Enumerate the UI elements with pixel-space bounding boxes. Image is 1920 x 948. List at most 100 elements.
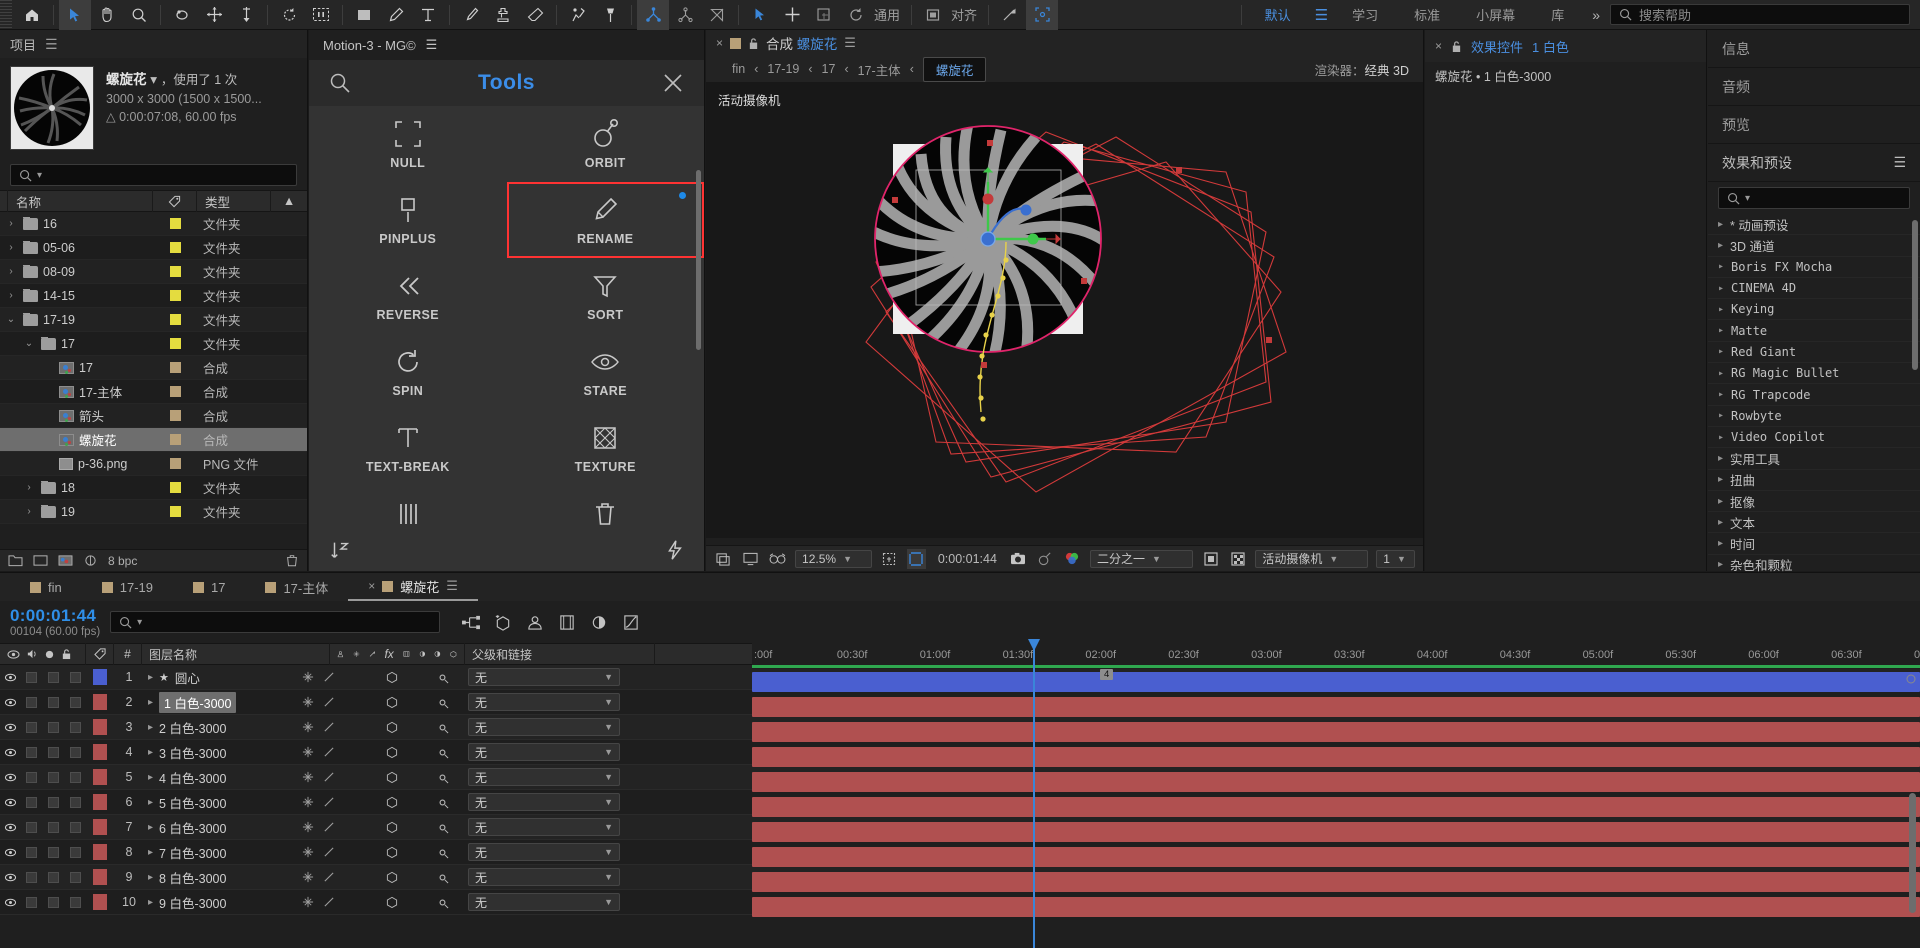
close-icon[interactable]: ×: [716, 36, 723, 50]
layer-label-color[interactable]: [86, 790, 114, 814]
breadcrumb-item-17[interactable]: 17: [822, 62, 836, 76]
chevron-down-icon[interactable]: ▾: [1745, 193, 1750, 204]
timeline-graph-area[interactable]: 4: [752, 639, 1920, 948]
anchor-point-tool-icon[interactable]: [230, 0, 262, 30]
twirl-icon[interactable]: ›: [4, 290, 18, 301]
layer-solo-toggle[interactable]: [42, 890, 64, 914]
breadcrumb-item-fin[interactable]: fin: [732, 62, 745, 76]
timeline-search-input[interactable]: ▾: [110, 611, 441, 633]
timeline-vertical-scrollbar[interactable]: [1909, 793, 1916, 913]
layer-label-color[interactable]: [86, 715, 114, 739]
layer-audio-toggle[interactable]: [20, 815, 42, 839]
parent-select-cell[interactable]: 无 ▼: [460, 665, 630, 689]
label-swatch[interactable]: [169, 410, 181, 421]
twirl-icon[interactable]: ▸: [148, 672, 153, 683]
lightning-icon[interactable]: [664, 539, 684, 561]
zoom-level-select[interactable]: 12.5% ▼: [795, 549, 872, 568]
breadcrumb-item-current[interactable]: 螺旋花: [922, 56, 987, 82]
graph-editor-icon[interactable]: [622, 614, 640, 631]
workspace-overflow-icon[interactable]: »: [1582, 7, 1610, 23]
timeline-side-icon[interactable]: [1906, 673, 1916, 685]
label-swatch[interactable]: [169, 482, 181, 493]
layer-label-color[interactable]: [86, 815, 114, 839]
composition-tab-title[interactable]: 合成 螺旋花: [766, 33, 837, 53]
toolbar-grip[interactable]: [0, 0, 12, 30]
rotation-tool-icon[interactable]: [166, 0, 198, 30]
project-settings-icon[interactable]: [58, 554, 73, 567]
timeline-layer-bar[interactable]: [752, 822, 1920, 842]
layer-name-cell[interactable]: ▸ ★ 圆心: [144, 665, 294, 689]
column-name[interactable]: 名称: [8, 190, 153, 212]
effects-category-row[interactable]: ▸ 时间: [1708, 533, 1920, 555]
layer-visibility-toggle[interactable]: [0, 765, 20, 789]
transform-box-icon[interactable]: [1026, 0, 1059, 30]
layer-name-cell[interactable]: ▸ 4 白色-3000: [144, 765, 294, 789]
effects-presets-menu-icon[interactable]: ☰: [1893, 154, 1906, 171]
project-list-item[interactable]: › 14-15 文件夹: [0, 284, 307, 308]
twirl-icon[interactable]: ▸: [1718, 410, 1724, 421]
layer-switches[interactable]: [294, 765, 424, 789]
twirl-icon[interactable]: ▸: [1718, 325, 1724, 336]
effects-category-row[interactable]: ▸ RG Magic Bullet: [1708, 363, 1920, 385]
effects-category-row[interactable]: ▸ Keying: [1708, 299, 1920, 321]
bit-depth-label[interactable]: 8 bpc: [108, 554, 137, 568]
layer-visibility-toggle[interactable]: [0, 890, 20, 914]
project-list-item[interactable]: › 05-06 文件夹: [0, 236, 307, 260]
twirl-icon[interactable]: ▸: [148, 747, 153, 758]
label-swatch[interactable]: [169, 458, 181, 469]
twirl-icon[interactable]: ▸: [1718, 517, 1723, 528]
renderer-info[interactable]: 渲染器：经典 3D: [1315, 60, 1409, 79]
layer-name-cell[interactable]: ▸ 8 白色-3000: [144, 865, 294, 889]
workspace-standard[interactable]: 标准: [1396, 5, 1458, 24]
project-list-item[interactable]: › 19 文件夹: [0, 500, 307, 524]
close-icon[interactable]: ×: [1435, 39, 1442, 53]
twirl-icon[interactable]: ▸: [1718, 559, 1723, 570]
close-icon[interactable]: [662, 72, 684, 94]
breadcrumb-item-17-19[interactable]: 17-19: [767, 62, 799, 76]
layer-lock-toggle[interactable]: [64, 715, 86, 739]
column-label-tag[interactable]: [153, 190, 197, 212]
layer-lock-toggle[interactable]: [64, 690, 86, 714]
layer-name-cell[interactable]: ▸ 1 白色-3000: [144, 690, 294, 714]
layer-audio-toggle[interactable]: [20, 665, 42, 689]
layer-lock-toggle[interactable]: [64, 815, 86, 839]
label-swatch[interactable]: [169, 266, 181, 277]
timeline-layer-bar[interactable]: [752, 797, 1920, 817]
twirl-icon[interactable]: ›: [4, 266, 18, 277]
frame-blending-icon[interactable]: [558, 614, 576, 631]
twirl-icon[interactable]: ›: [22, 482, 36, 493]
layer-name-cell[interactable]: ▸ 6 白色-3000: [144, 815, 294, 839]
twirl-icon[interactable]: ▸: [1718, 346, 1724, 357]
shape-tool-icon[interactable]: [348, 0, 380, 30]
chevron-down-icon[interactable]: ▾: [137, 617, 142, 628]
search-icon[interactable]: [329, 72, 351, 94]
project-list-item[interactable]: ⌄ 17 文件夹: [0, 332, 307, 356]
project-panel-menu-icon[interactable]: ☰: [45, 36, 58, 53]
parent-pickwhip[interactable]: [424, 690, 460, 714]
text-tool-icon[interactable]: [412, 0, 444, 30]
layer-solo-toggle[interactable]: [42, 690, 64, 714]
tool-stare[interactable]: STARE: [507, 334, 705, 410]
pen-tool-icon[interactable]: [380, 0, 412, 30]
parent-pickwhip[interactable]: [424, 715, 460, 739]
layer-audio-toggle[interactable]: [20, 865, 42, 889]
effects-category-row[interactable]: ▸ Red Giant: [1708, 342, 1920, 364]
layer-name-cell[interactable]: ▸ 3 白色-3000: [144, 740, 294, 764]
parent-pickwhip[interactable]: [424, 740, 460, 764]
parent-select-cell[interactable]: 无 ▼: [460, 790, 630, 814]
project-list-item[interactable]: › 18 文件夹: [0, 476, 307, 500]
effects-category-row[interactable]: ▸ Matte: [1708, 320, 1920, 342]
twirl-icon[interactable]: ▸: [148, 797, 153, 808]
align-box-icon[interactable]: [917, 0, 949, 30]
layer-audio-toggle[interactable]: [20, 765, 42, 789]
timeline-layer-bar[interactable]: [752, 697, 1920, 717]
effects-category-row[interactable]: ▸ RG Trapcode: [1708, 384, 1920, 406]
timeline-layer-bar[interactable]: [752, 772, 1920, 792]
transparency-grid-icon[interactable]: [1228, 549, 1247, 569]
layer-audio-toggle[interactable]: [20, 790, 42, 814]
lock-icon[interactable]: [1451, 40, 1462, 53]
new-composition-icon[interactable]: [33, 554, 48, 567]
effects-category-row[interactable]: ▸ 3D 通道: [1708, 235, 1920, 257]
twirl-icon[interactable]: ▸: [148, 822, 153, 833]
effects-category-row[interactable]: ▸ 实用工具: [1708, 448, 1920, 470]
